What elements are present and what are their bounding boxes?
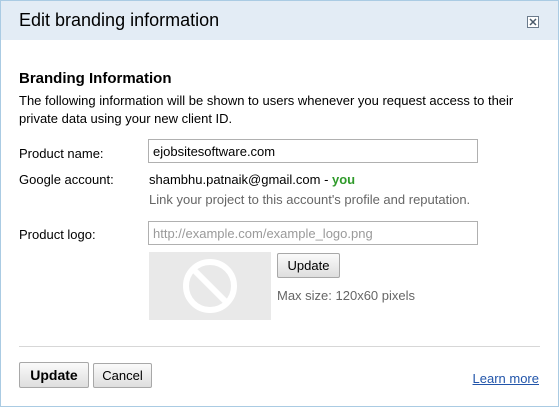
no-image-icon [183,259,237,313]
update-button[interactable]: Update [19,362,89,388]
dialog-title: Edit branding information [19,10,220,30]
divider [19,346,540,347]
logo-preview [149,252,271,320]
product-name-label: Product name: [19,146,104,161]
section-title: Branding Information [19,70,172,87]
you-badge: you [332,172,356,187]
product-logo-url-input[interactable] [148,221,478,245]
dialog-titlebar: Edit branding information [1,1,558,40]
google-account-value: shambhu.patnaik@gmail.com - you [149,172,355,187]
product-logo-label: Product logo: [19,227,96,242]
edit-branding-dialog: Edit branding information Branding Infor… [0,0,559,407]
google-account-email: shambhu.patnaik@gmail.com [149,172,321,187]
cancel-button[interactable]: Cancel [93,363,152,388]
max-size-note: Max size: 120x60 pixels [277,288,416,303]
google-account-note: Link your project to this account's prof… [149,192,471,207]
google-account-label: Google account: [19,172,114,187]
close-icon[interactable] [527,16,539,28]
learn-more-link[interactable]: Learn more [473,371,539,386]
account-separator: - [320,172,333,187]
product-name-input[interactable] [148,139,478,163]
logo-update-button[interactable]: Update [277,253,340,278]
section-description: The following information will be shown … [19,93,514,126]
